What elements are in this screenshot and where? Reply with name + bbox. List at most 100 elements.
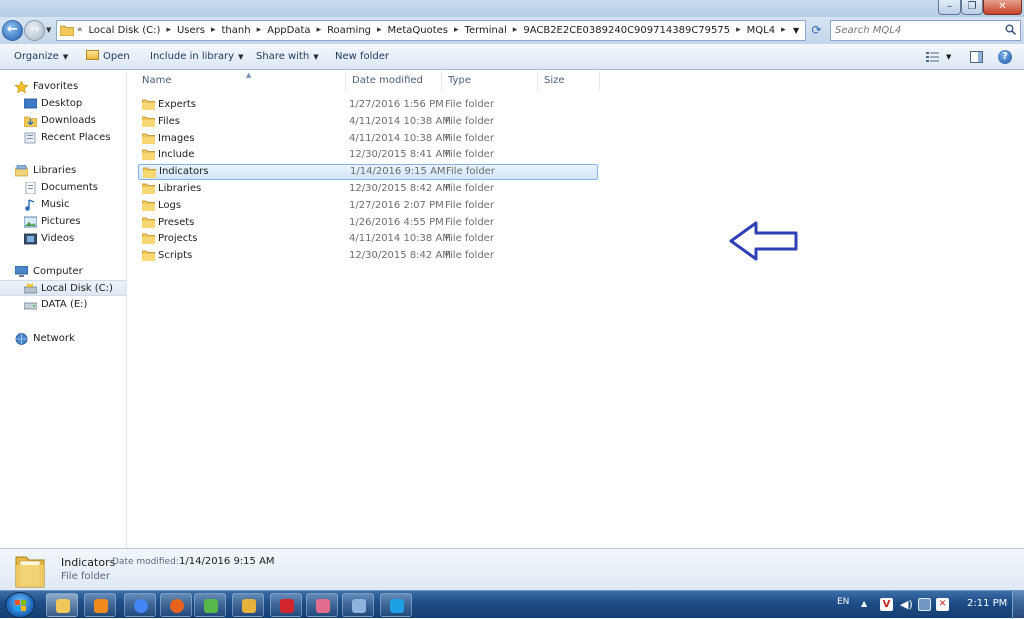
start-button[interactable] bbox=[5, 592, 35, 618]
search-input[interactable] bbox=[835, 23, 1000, 38]
open-button[interactable]: Open bbox=[86, 44, 130, 70]
nav-downloads[interactable]: Downloads bbox=[0, 113, 126, 129]
back-button[interactable]: ← bbox=[2, 20, 23, 41]
refresh-icon[interactable]: ⟳ bbox=[808, 21, 825, 40]
breadcrumb-item[interactable]: Users bbox=[177, 21, 205, 40]
breadcrumb-separator-icon[interactable]: ▸ bbox=[166, 21, 171, 40]
search-box[interactable] bbox=[830, 20, 1021, 41]
breadcrumb-item[interactable]: thanh bbox=[222, 21, 251, 40]
chevron-down-icon: ▼ bbox=[313, 53, 319, 61]
documents-icon bbox=[25, 182, 36, 194]
clock[interactable]: 2:11 PM bbox=[967, 598, 1007, 609]
maximize-button[interactable]: ❐ bbox=[961, 0, 983, 15]
include-in-library-button[interactable]: Include in library ▼ bbox=[150, 44, 243, 70]
taskbar-button[interactable] bbox=[342, 593, 374, 617]
antivirus-icon[interactable]: V bbox=[880, 598, 893, 611]
windows-logo-icon bbox=[15, 600, 26, 611]
nav-data-drive[interactable]: DATA (E:) bbox=[0, 297, 126, 313]
column-header-size[interactable]: Size bbox=[538, 71, 600, 91]
preview-pane-icon[interactable] bbox=[970, 51, 983, 63]
media-player-icon bbox=[94, 599, 108, 613]
file-row[interactable]: Projects 4/11/2014 10:38 AM File folder bbox=[138, 231, 598, 247]
file-row[interactable]: Include 12/30/2015 8:41 AM File folder bbox=[138, 147, 598, 163]
nav-music-label: Music bbox=[41, 199, 70, 210]
nav-videos-label: Videos bbox=[41, 233, 75, 244]
taskbar-button[interactable] bbox=[306, 593, 338, 617]
explorer-icon bbox=[56, 599, 70, 613]
breadcrumb-item[interactable]: 9ACB2E2CE0389240C909714389C79575 bbox=[523, 21, 730, 40]
show-desktop-button[interactable] bbox=[1012, 591, 1024, 619]
nav-libraries[interactable]: Libraries bbox=[0, 163, 126, 179]
details-pane: Indicators Date modified: 1/14/2016 9:15… bbox=[0, 548, 1024, 590]
file-row[interactable]: Files 4/11/2014 10:38 AM File folder bbox=[138, 114, 598, 130]
column-header-type[interactable]: Type bbox=[442, 71, 538, 91]
nav-videos[interactable]: Videos bbox=[0, 231, 126, 247]
taskbar-button[interactable] bbox=[46, 593, 78, 617]
search-icon[interactable] bbox=[1005, 24, 1016, 35]
breadcrumb-separator-icon[interactable]: ▸ bbox=[736, 21, 741, 40]
file-date: 1/26/2016 4:55 PM bbox=[349, 216, 444, 228]
taskbar-button[interactable] bbox=[380, 593, 412, 617]
address-bar[interactable]: « Local Disk (C:) ▸ Users ▸ thanh ▸ AppData ▸ Roa… bbox=[56, 20, 806, 41]
new-folder-button[interactable]: New folder bbox=[335, 44, 389, 70]
volume-icon[interactable]: ◀) bbox=[900, 598, 913, 611]
file-row[interactable]: Experts 1/27/2016 1:56 PM File folder bbox=[138, 97, 598, 113]
nav-pictures[interactable]: Pictures bbox=[0, 214, 126, 230]
file-row[interactable]: Libraries 12/30/2015 8:42 AM File folder bbox=[138, 181, 598, 197]
file-row[interactable]: Images 4/11/2014 10:38 AM File folder bbox=[138, 131, 598, 147]
nav-music[interactable]: Music bbox=[0, 197, 126, 213]
nav-documents[interactable]: Documents bbox=[0, 180, 126, 196]
column-header-date[interactable]: Date modified bbox=[346, 71, 442, 91]
network-status-icon[interactable] bbox=[918, 598, 931, 611]
breadcrumb-item[interactable]: MQL4 bbox=[747, 21, 775, 40]
breadcrumb-item[interactable]: Terminal bbox=[465, 21, 507, 40]
nav-desktop[interactable]: Desktop bbox=[0, 96, 126, 112]
minimize-button[interactable]: – bbox=[938, 0, 961, 15]
breadcrumb-separator-icon[interactable]: ▸ bbox=[257, 21, 262, 40]
nav-network[interactable]: Network bbox=[0, 331, 126, 347]
breadcrumb-separator-icon[interactable]: ▸ bbox=[377, 21, 382, 40]
column-header-name[interactable]: ▲ Name bbox=[136, 71, 346, 91]
breadcrumb-overflow-icon[interactable]: « bbox=[77, 21, 83, 40]
language-indicator[interactable]: EN bbox=[837, 597, 849, 607]
close-button[interactable]: ✕ bbox=[983, 0, 1022, 15]
help-icon[interactable]: ? bbox=[998, 50, 1012, 64]
folder-icon bbox=[142, 150, 155, 161]
file-row[interactable]: Logs 1/27/2016 2:07 PM File folder bbox=[138, 198, 598, 214]
folder-icon bbox=[142, 99, 155, 110]
change-view-icon[interactable] bbox=[926, 52, 939, 62]
taskbar-button[interactable] bbox=[194, 593, 226, 617]
recent-pages-dropdown[interactable]: ▼ bbox=[46, 26, 51, 34]
taskbar-button[interactable] bbox=[232, 593, 264, 617]
file-name: Indicators bbox=[159, 166, 209, 178]
breadcrumb-separator-icon[interactable]: ▸ bbox=[211, 21, 216, 40]
nav-local-disk[interactable]: Local Disk (C:) bbox=[0, 280, 126, 296]
taskbar-button[interactable] bbox=[270, 593, 302, 617]
nav-computer[interactable]: Computer bbox=[0, 264, 126, 280]
forward-button[interactable]: → bbox=[24, 20, 45, 41]
breadcrumb-separator-icon[interactable]: ▸ bbox=[317, 21, 322, 40]
address-dropdown-icon[interactable]: ▼ bbox=[793, 21, 799, 40]
taskbar-button[interactable] bbox=[124, 593, 156, 617]
file-row[interactable]: Scripts 12/30/2015 8:42 AM File folder bbox=[138, 248, 598, 264]
nav-desktop-label: Desktop bbox=[41, 98, 83, 109]
action-center-icon[interactable]: ✕ bbox=[936, 598, 949, 611]
view-options-dropdown[interactable]: ▼ bbox=[946, 44, 951, 70]
breadcrumb-item[interactable]: Roaming bbox=[327, 21, 371, 40]
breadcrumb-item[interactable]: Local Disk (C:) bbox=[89, 21, 161, 40]
nav-recent-places[interactable]: Recent Places bbox=[0, 130, 126, 146]
breadcrumb-item[interactable]: MetaQuotes bbox=[388, 21, 448, 40]
folder-icon bbox=[142, 234, 155, 245]
breadcrumb-separator-icon[interactable]: ▸ bbox=[513, 21, 518, 40]
breadcrumb-separator-icon[interactable]: ▸ bbox=[781, 21, 786, 40]
share-with-button[interactable]: Share with ▼ bbox=[256, 44, 319, 70]
file-row[interactable]: Presets 1/26/2016 4:55 PM File folder bbox=[138, 215, 598, 231]
breadcrumb-separator-icon[interactable]: ▸ bbox=[454, 21, 459, 40]
organize-button[interactable]: Organize ▼ bbox=[14, 44, 68, 70]
show-hidden-icons-icon[interactable]: ▲ bbox=[861, 599, 867, 608]
file-row[interactable]: Indicators 1/14/2016 9:15 AM File folder bbox=[138, 164, 598, 181]
taskbar-button[interactable] bbox=[160, 593, 192, 617]
breadcrumb-item[interactable]: AppData bbox=[267, 21, 310, 40]
nav-favorites[interactable]: Favorites bbox=[0, 79, 126, 95]
taskbar-button[interactable] bbox=[84, 593, 116, 617]
